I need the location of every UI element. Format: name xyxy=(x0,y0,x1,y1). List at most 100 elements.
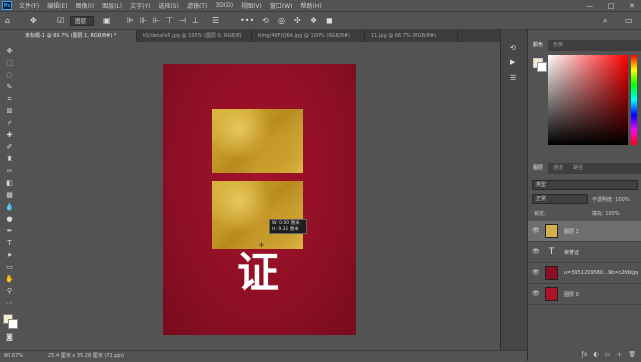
more-tools-icon[interactable]: ⋯ xyxy=(4,298,15,308)
menu-window[interactable]: 窗口(W) xyxy=(266,1,297,10)
crop-tool-icon[interactable]: ⌗ xyxy=(4,94,15,104)
tab-doc-1[interactable]: 未标题-1 @ 80.7% (图层 1, RGB/8#) * xyxy=(19,30,137,42)
align-left-icon[interactable]: ⊫ xyxy=(127,16,134,25)
eraser-tool-icon[interactable]: ◧ xyxy=(4,178,15,188)
menu-image[interactable]: 图像(I) xyxy=(72,1,98,10)
background-color-swatch[interactable] xyxy=(8,319,18,329)
auto-select-checkbox-icon[interactable]: ☑ xyxy=(57,16,64,25)
tab-channels[interactable]: 通道 xyxy=(548,163,568,174)
blend-mode-dropdown[interactable]: 正常 xyxy=(532,194,588,204)
new-layer-icon[interactable]: ＋ xyxy=(616,350,622,359)
3d-camera-icon[interactable]: ◼ xyxy=(326,16,333,25)
actions-panel-icon[interactable]: ▶ xyxy=(510,58,515,66)
tab-color[interactable]: 颜色 xyxy=(528,40,549,51)
tab-swatches[interactable]: 色板 xyxy=(548,40,568,51)
frame-tool-icon[interactable]: ⊠ xyxy=(4,106,15,116)
layer-filter-dropdown[interactable]: 类型 xyxy=(532,180,638,190)
blur-tool-icon[interactable]: 💧 xyxy=(4,202,15,212)
menu-3d[interactable]: 3D(D) xyxy=(211,2,237,9)
menu-filter[interactable]: 滤镜(T) xyxy=(183,1,211,10)
menu-layer[interactable]: 图层(L) xyxy=(98,1,126,10)
properties-panel-icon[interactable]: ☰ xyxy=(510,74,516,82)
maximize-button[interactable]: □ xyxy=(604,0,618,11)
document-canvas[interactable]: 证 W: 0.00 厘米 H: 9.31 厘米 ✢ xyxy=(163,64,356,335)
panel-background-swatch[interactable] xyxy=(537,62,547,72)
workspace-icon[interactable]: ▭ xyxy=(625,16,633,25)
group-icon[interactable]: ▭ xyxy=(605,351,611,358)
opacity-control[interactable]: 不透明度: 100% xyxy=(592,196,630,203)
align-top-icon[interactable]: ⊤ xyxy=(166,16,173,25)
history-brush-tool-icon[interactable]: ✑ xyxy=(4,166,15,176)
tab-doc-2[interactable]: k5/details5.jpg @ 195% (图层 0, RGB/8) xyxy=(137,30,252,42)
eyedropper-tool-icon[interactable]: ⌿ xyxy=(4,118,15,128)
dodge-tool-icon[interactable]: ● xyxy=(4,214,15,224)
align-center-icon[interactable]: ⊪ xyxy=(140,16,147,25)
stamp-tool-icon[interactable]: ♜ xyxy=(4,154,15,164)
zoom-level[interactable]: 80.67% xyxy=(4,351,23,361)
layer-name[interactable]: 图层 0 xyxy=(564,291,638,298)
layer-row-1[interactable]: 👁 图层 1 xyxy=(528,221,641,242)
shape-tool-icon[interactable]: ▭ xyxy=(4,262,15,272)
align-right-icon[interactable]: ⊩ xyxy=(153,16,160,25)
visibility-eye-icon[interactable]: 👁 xyxy=(532,248,540,255)
quick-mask-icon[interactable]: ◙ xyxy=(4,332,15,342)
distribute-icon[interactable]: ☰ xyxy=(212,16,219,25)
trash-icon[interactable]: 🗑 xyxy=(628,351,636,358)
layer-name[interactable]: u=3951209580...9b=c2fdkjpg.jpg 8 xyxy=(564,270,638,276)
3d-pan-icon[interactable]: ✣ xyxy=(294,16,301,25)
gold-rectangle-bottom[interactable] xyxy=(212,181,303,249)
visibility-eye-icon[interactable]: 👁 xyxy=(532,290,540,297)
tab-doc-4[interactable]: 11.jpg @ 66.7% (RGB/8#) xyxy=(365,30,458,42)
menu-type[interactable]: 文字(Y) xyxy=(126,1,154,10)
home-icon[interactable]: ⌂ xyxy=(5,16,10,25)
tab-layers[interactable]: 图层 xyxy=(528,163,549,174)
align-middle-icon[interactable]: ⊣ xyxy=(179,16,186,25)
transform-controls-icon[interactable]: ▣ xyxy=(103,16,111,25)
3d-orbit-icon[interactable]: ◎ xyxy=(278,16,285,25)
move-tool-icon[interactable]: ✥ xyxy=(30,16,37,25)
history-panel-icon[interactable]: ⟲ xyxy=(510,44,516,52)
color-picker-field[interactable] xyxy=(548,55,628,145)
gold-rectangle-top[interactable] xyxy=(212,109,303,173)
hand-tool-icon[interactable]: ✋ xyxy=(4,274,15,284)
tab-paths[interactable]: 路径 xyxy=(568,163,588,174)
menu-view[interactable]: 视图(V) xyxy=(237,1,266,10)
menu-edit[interactable]: 编辑(E) xyxy=(43,1,71,10)
3d-mode-icon[interactable]: ⟲ xyxy=(262,16,269,25)
close-button[interactable]: ✕ xyxy=(625,0,639,11)
path-select-tool-icon[interactable]: ➤ xyxy=(4,250,15,260)
move-tool-icon[interactable]: ✥ xyxy=(4,46,15,56)
menu-file[interactable]: 文件(F) xyxy=(15,1,43,10)
fx-icon[interactable]: ƒx xyxy=(582,351,588,358)
canvas-area[interactable]: 证 W: 0.00 厘米 H: 9.31 厘米 ✢ xyxy=(19,42,500,350)
3d-slide-icon[interactable]: ❖ xyxy=(310,16,317,25)
search-icon[interactable]: ⌕ xyxy=(603,16,607,26)
auto-select-dropdown[interactable]: 图层 xyxy=(70,16,94,26)
align-bottom-icon[interactable]: ⊥ xyxy=(192,16,199,25)
healing-tool-icon[interactable]: ✚ xyxy=(4,130,15,140)
lasso-tool-icon[interactable]: ◌ xyxy=(4,70,15,80)
more-options-icon[interactable]: ••• xyxy=(240,16,254,25)
brush-tool-icon[interactable]: ✐ xyxy=(4,142,15,152)
hue-slider[interactable] xyxy=(631,55,637,145)
tab-doc-3[interactable]: timg(46F)Q6A.jpg @ 100% (RGB/8#) xyxy=(252,30,365,42)
document-info[interactable]: 25.4 厘米 x 35.28 厘米 (72 ppi) xyxy=(48,351,124,361)
fill-control[interactable]: 填充: 100% xyxy=(592,210,620,217)
marquee-tool-icon[interactable]: ⬚ xyxy=(4,58,15,68)
visibility-eye-icon[interactable]: 👁 xyxy=(532,269,540,276)
layer-name[interactable]: 图层 1 xyxy=(564,228,638,235)
layer-row-2[interactable]: 👁 T 荣誉证 xyxy=(528,242,641,263)
gradient-tool-icon[interactable]: ▦ xyxy=(4,190,15,200)
type-tool-icon[interactable]: T xyxy=(4,238,15,248)
layer-row-4[interactable]: 👁 图层 0 xyxy=(528,284,641,305)
menu-select[interactable]: 选择(S) xyxy=(154,1,183,10)
quick-select-tool-icon[interactable]: ✎ xyxy=(4,82,15,92)
menu-help[interactable]: 帮助(H) xyxy=(297,1,326,10)
layer-name[interactable]: 荣誉证 xyxy=(564,249,638,256)
zoom-tool-icon[interactable]: ⚲ xyxy=(4,286,15,296)
layer-row-3[interactable]: 👁 u=3951209580...9b=c2fdkjpg.jpg 8 xyxy=(528,263,641,284)
adjustment-layer-icon[interactable]: ◐ xyxy=(593,351,598,358)
visibility-eye-icon[interactable]: 👁 xyxy=(532,227,540,234)
pen-tool-icon[interactable]: ✒ xyxy=(4,226,15,236)
minimize-button[interactable]: — xyxy=(583,0,597,11)
